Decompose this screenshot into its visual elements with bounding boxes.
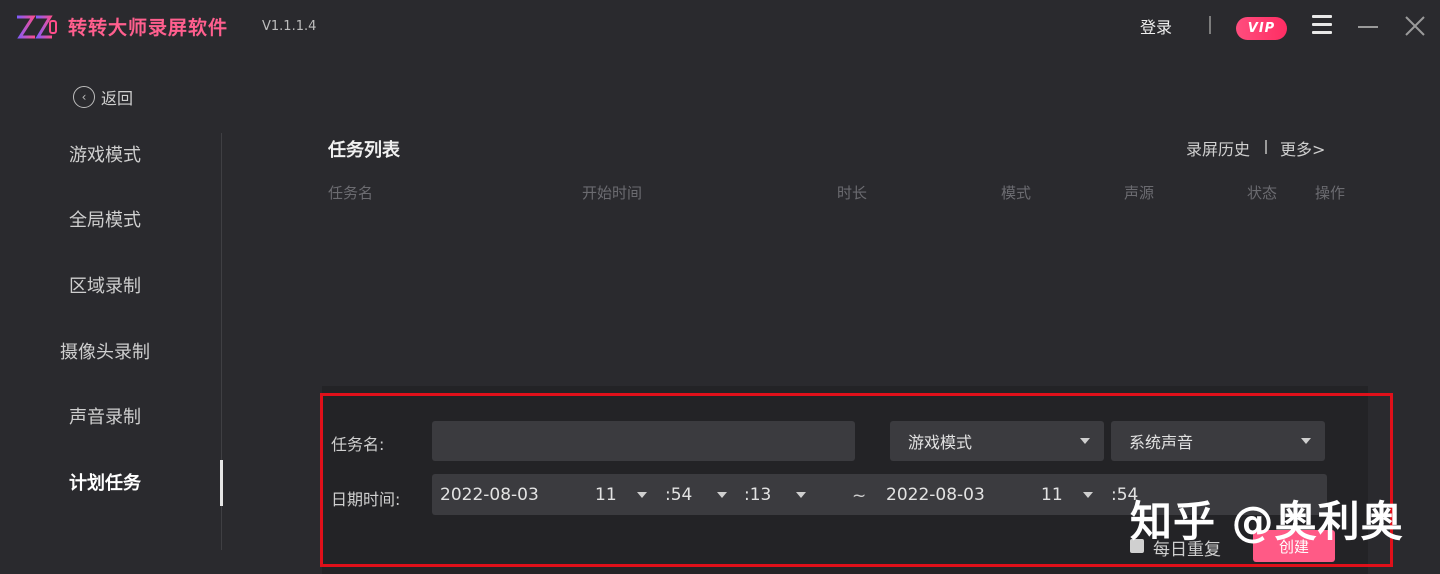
sidebar-item-region-record[interactable]: 区域录制 xyxy=(15,272,195,298)
titlebar-divider xyxy=(1209,16,1211,34)
history-divider xyxy=(1265,140,1267,154)
sidebar-item-scheduled-task[interactable]: 计划任务 xyxy=(15,469,195,495)
app-version: V1.1.1.4 xyxy=(262,19,317,34)
minimize-icon[interactable] xyxy=(1358,26,1378,28)
task-list-title: 任务列表 xyxy=(328,140,400,161)
sidebar-item-global-mode[interactable]: 全局模式 xyxy=(15,206,195,232)
column-header-status: 状态 xyxy=(1247,184,1278,202)
column-header-actions: 操作 xyxy=(1315,184,1346,202)
back-label: 返回 xyxy=(101,89,134,108)
back-button[interactable]: ‹ 返回 xyxy=(73,85,133,109)
sidebar-item-game-mode[interactable]: 游戏模式 xyxy=(15,141,195,167)
menu-icon[interactable] xyxy=(1312,15,1334,35)
login-button[interactable]: 登录 xyxy=(1140,14,1172,38)
sidebar-active-indicator xyxy=(220,460,223,506)
column-header-duration: 时长 xyxy=(837,184,868,202)
back-arrow-icon: ‹ xyxy=(73,86,95,108)
column-header-start-time: 开始时间 xyxy=(582,184,643,202)
more-link[interactable]: 更多> xyxy=(1280,136,1325,160)
column-header-audio-source: 声源 xyxy=(1124,184,1155,202)
sidebar-item-camera-record[interactable]: 摄像头录制 xyxy=(15,338,195,364)
close-icon[interactable] xyxy=(1404,15,1426,37)
column-header-task-name: 任务名 xyxy=(328,184,374,202)
watermark-text: 知乎 @奥利奥 xyxy=(1130,497,1404,546)
app-title: 转转大师录屏软件 xyxy=(68,17,229,39)
column-header-mode: 模式 xyxy=(1001,184,1032,202)
vip-button[interactable]: VIP xyxy=(1236,17,1287,40)
sidebar-item-audio-record[interactable]: 声音录制 xyxy=(15,403,195,429)
app-logo-icon xyxy=(17,15,57,39)
record-history-link[interactable]: 录屏历史 xyxy=(1186,136,1250,160)
